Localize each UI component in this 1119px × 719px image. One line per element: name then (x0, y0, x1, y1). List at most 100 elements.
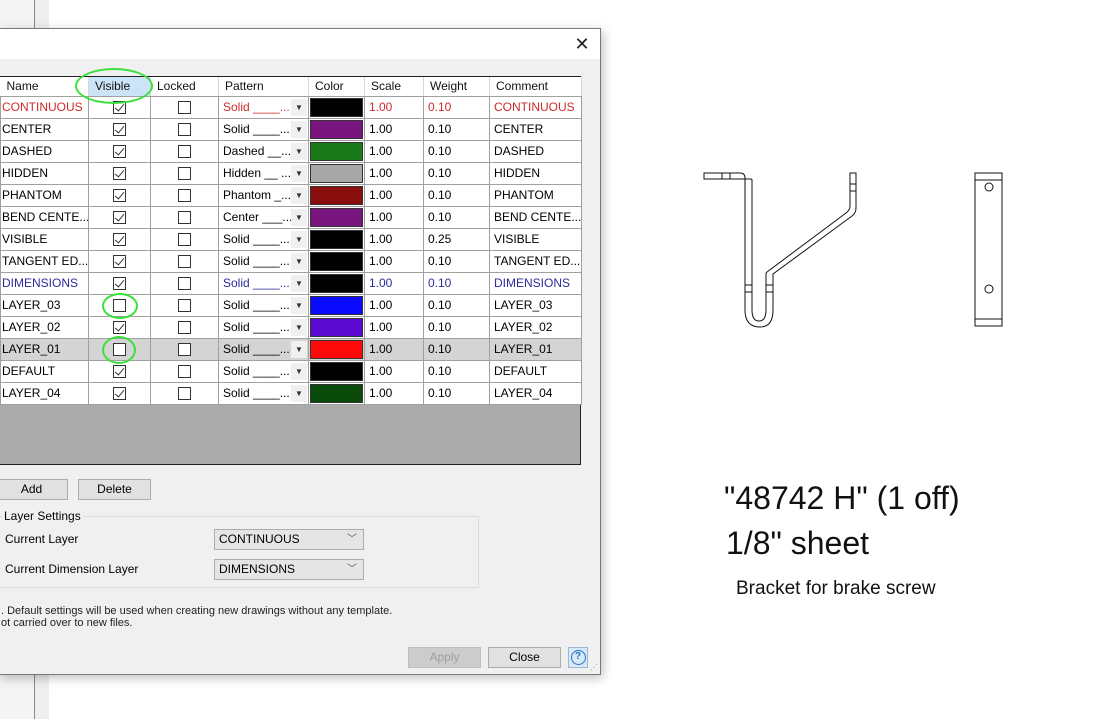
comment-value[interactable]: PHANTOM (489, 183, 582, 207)
pattern-select[interactable]: Solid ____... ▼ (218, 337, 309, 361)
visible-cell[interactable] (88, 359, 151, 383)
scale-value[interactable]: 1.00 (364, 359, 424, 383)
weight-value[interactable]: 0.10 (423, 293, 490, 317)
layer-name[interactable]: DIMENSIONS (0, 271, 89, 295)
pattern-select[interactable]: Solid ____... ▼ (218, 249, 309, 273)
color-swatch[interactable] (310, 207, 363, 227)
column-header-color[interactable]: Color (308, 77, 365, 97)
weight-value[interactable]: 0.10 (423, 139, 490, 163)
column-header-weight[interactable]: Weight (423, 77, 490, 97)
visible-checkbox[interactable] (113, 387, 126, 401)
layer-row[interactable]: CENTER Solid ____... ▼ 1.00 0.10 CENTER (0, 117, 582, 141)
comment-value[interactable]: CONTINUOUS (489, 95, 582, 119)
locked-cell[interactable] (150, 161, 219, 185)
scale-value[interactable]: 1.00 (364, 315, 424, 339)
weight-value[interactable]: 0.10 (423, 271, 490, 295)
weight-value[interactable]: 0.10 (423, 381, 490, 405)
locked-checkbox[interactable] (178, 167, 191, 181)
locked-checkbox[interactable] (178, 255, 191, 269)
pattern-select[interactable]: Solid ____... ▼ (218, 293, 309, 317)
layer-row[interactable]: TANGENT ED... Solid ____... ▼ 1.00 0.10 TANGE… (0, 249, 582, 273)
pattern-select[interactable]: Solid ____... ▼ (218, 315, 309, 339)
visible-cell[interactable] (88, 183, 151, 207)
comment-value[interactable]: DIMENSIONS (489, 271, 582, 295)
color-cell[interactable] (308, 227, 365, 251)
layer-name[interactable]: LAYER_02 (0, 315, 89, 339)
pattern-select[interactable]: Solid ____... ▼ (218, 359, 309, 383)
dropdown-arrow-icon[interactable]: ▼ (291, 142, 307, 160)
layer-row[interactable]: PHANTOM Phantom _... ▼ 1.00 0.10 PHANTOM (0, 183, 582, 207)
layer-row[interactable]: VISIBLE Solid ____... ▼ 1.00 0.25 VISIBLE (0, 227, 582, 251)
locked-checkbox[interactable] (178, 277, 191, 291)
dropdown-arrow-icon[interactable]: ▼ (291, 384, 307, 402)
color-cell[interactable] (308, 315, 365, 339)
comment-value[interactable]: CENTER (489, 117, 582, 141)
close-icon[interactable]: ✕ (572, 34, 592, 54)
locked-cell[interactable] (150, 271, 219, 295)
color-cell[interactable] (308, 95, 365, 119)
color-cell[interactable] (308, 161, 365, 185)
comment-value[interactable]: TANGENT ED... (489, 249, 582, 273)
locked-cell[interactable] (150, 249, 219, 273)
scale-value[interactable]: 1.00 (364, 161, 424, 185)
layer-name[interactable]: LAYER_01 (0, 337, 89, 361)
visible-cell[interactable] (88, 205, 151, 229)
locked-cell[interactable] (150, 293, 219, 317)
locked-checkbox[interactable] (178, 233, 191, 247)
locked-checkbox[interactable] (178, 123, 191, 137)
current-dimension-layer-select[interactable]: DIMENSIONS ﹀ (214, 559, 364, 580)
column-header-name[interactable]: Name (0, 77, 89, 97)
color-swatch[interactable] (310, 339, 363, 359)
locked-checkbox[interactable] (178, 299, 191, 313)
weight-value[interactable]: 0.10 (423, 183, 490, 207)
visible-cell[interactable] (88, 249, 151, 273)
weight-value[interactable]: 0.10 (423, 337, 490, 361)
locked-checkbox[interactable] (178, 365, 191, 379)
color-cell[interactable] (308, 183, 365, 207)
weight-value[interactable]: 0.10 (423, 161, 490, 185)
column-header-pattern[interactable]: Pattern (218, 77, 309, 97)
locked-checkbox[interactable] (178, 343, 191, 357)
color-cell[interactable] (308, 117, 365, 141)
pattern-select[interactable]: Hidden __ ... ▼ (218, 161, 309, 185)
visible-cell[interactable] (88, 95, 151, 119)
comment-value[interactable]: DEFAULT (489, 359, 582, 383)
visible-checkbox[interactable] (113, 145, 126, 159)
visible-checkbox[interactable] (113, 299, 126, 313)
scale-value[interactable]: 1.00 (364, 293, 424, 317)
scale-value[interactable]: 1.00 (364, 139, 424, 163)
visible-cell[interactable] (88, 381, 151, 405)
scale-value[interactable]: 1.00 (364, 227, 424, 251)
comment-value[interactable]: VISIBLE (489, 227, 582, 251)
layer-name[interactable]: DEFAULT (0, 359, 89, 383)
comment-value[interactable]: LAYER_02 (489, 315, 582, 339)
dropdown-arrow-icon[interactable]: ▼ (291, 164, 307, 182)
pattern-select[interactable]: Solid ____... ▼ (218, 271, 309, 295)
comment-value[interactable]: LAYER_01 (489, 337, 582, 361)
visible-cell[interactable] (88, 315, 151, 339)
layer-row[interactable]: LAYER_04 Solid ____... ▼ 1.00 0.10 LAYER_04 (0, 381, 582, 405)
layer-row[interactable]: DASHED Dashed __... ▼ 1.00 0.10 DASHED (0, 139, 582, 163)
column-header-locked[interactable]: Locked (150, 77, 219, 97)
pattern-select[interactable]: Center ___... ▼ (218, 205, 309, 229)
locked-checkbox[interactable] (178, 101, 191, 115)
locked-cell[interactable] (150, 95, 219, 119)
locked-cell[interactable] (150, 139, 219, 163)
weight-value[interactable]: 0.10 (423, 315, 490, 339)
layer-name[interactable]: LAYER_04 (0, 381, 89, 405)
scale-value[interactable]: 1.00 (364, 95, 424, 119)
color-swatch[interactable] (310, 119, 363, 139)
visible-checkbox[interactable] (113, 211, 126, 225)
visible-cell[interactable] (88, 139, 151, 163)
scale-value[interactable]: 1.00 (364, 337, 424, 361)
scale-value[interactable]: 1.00 (364, 271, 424, 295)
pattern-select[interactable]: Solid ____... ▼ (218, 227, 309, 251)
dropdown-arrow-icon[interactable]: ▼ (291, 186, 307, 204)
layer-name[interactable]: BEND CENTE... (0, 205, 89, 229)
color-cell[interactable] (308, 359, 365, 383)
pattern-select[interactable]: Solid ____... ▼ (218, 381, 309, 405)
dropdown-arrow-icon[interactable]: ▼ (291, 362, 307, 380)
color-cell[interactable] (308, 293, 365, 317)
layer-name[interactable]: LAYER_03 (0, 293, 89, 317)
scale-value[interactable]: 1.00 (364, 117, 424, 141)
